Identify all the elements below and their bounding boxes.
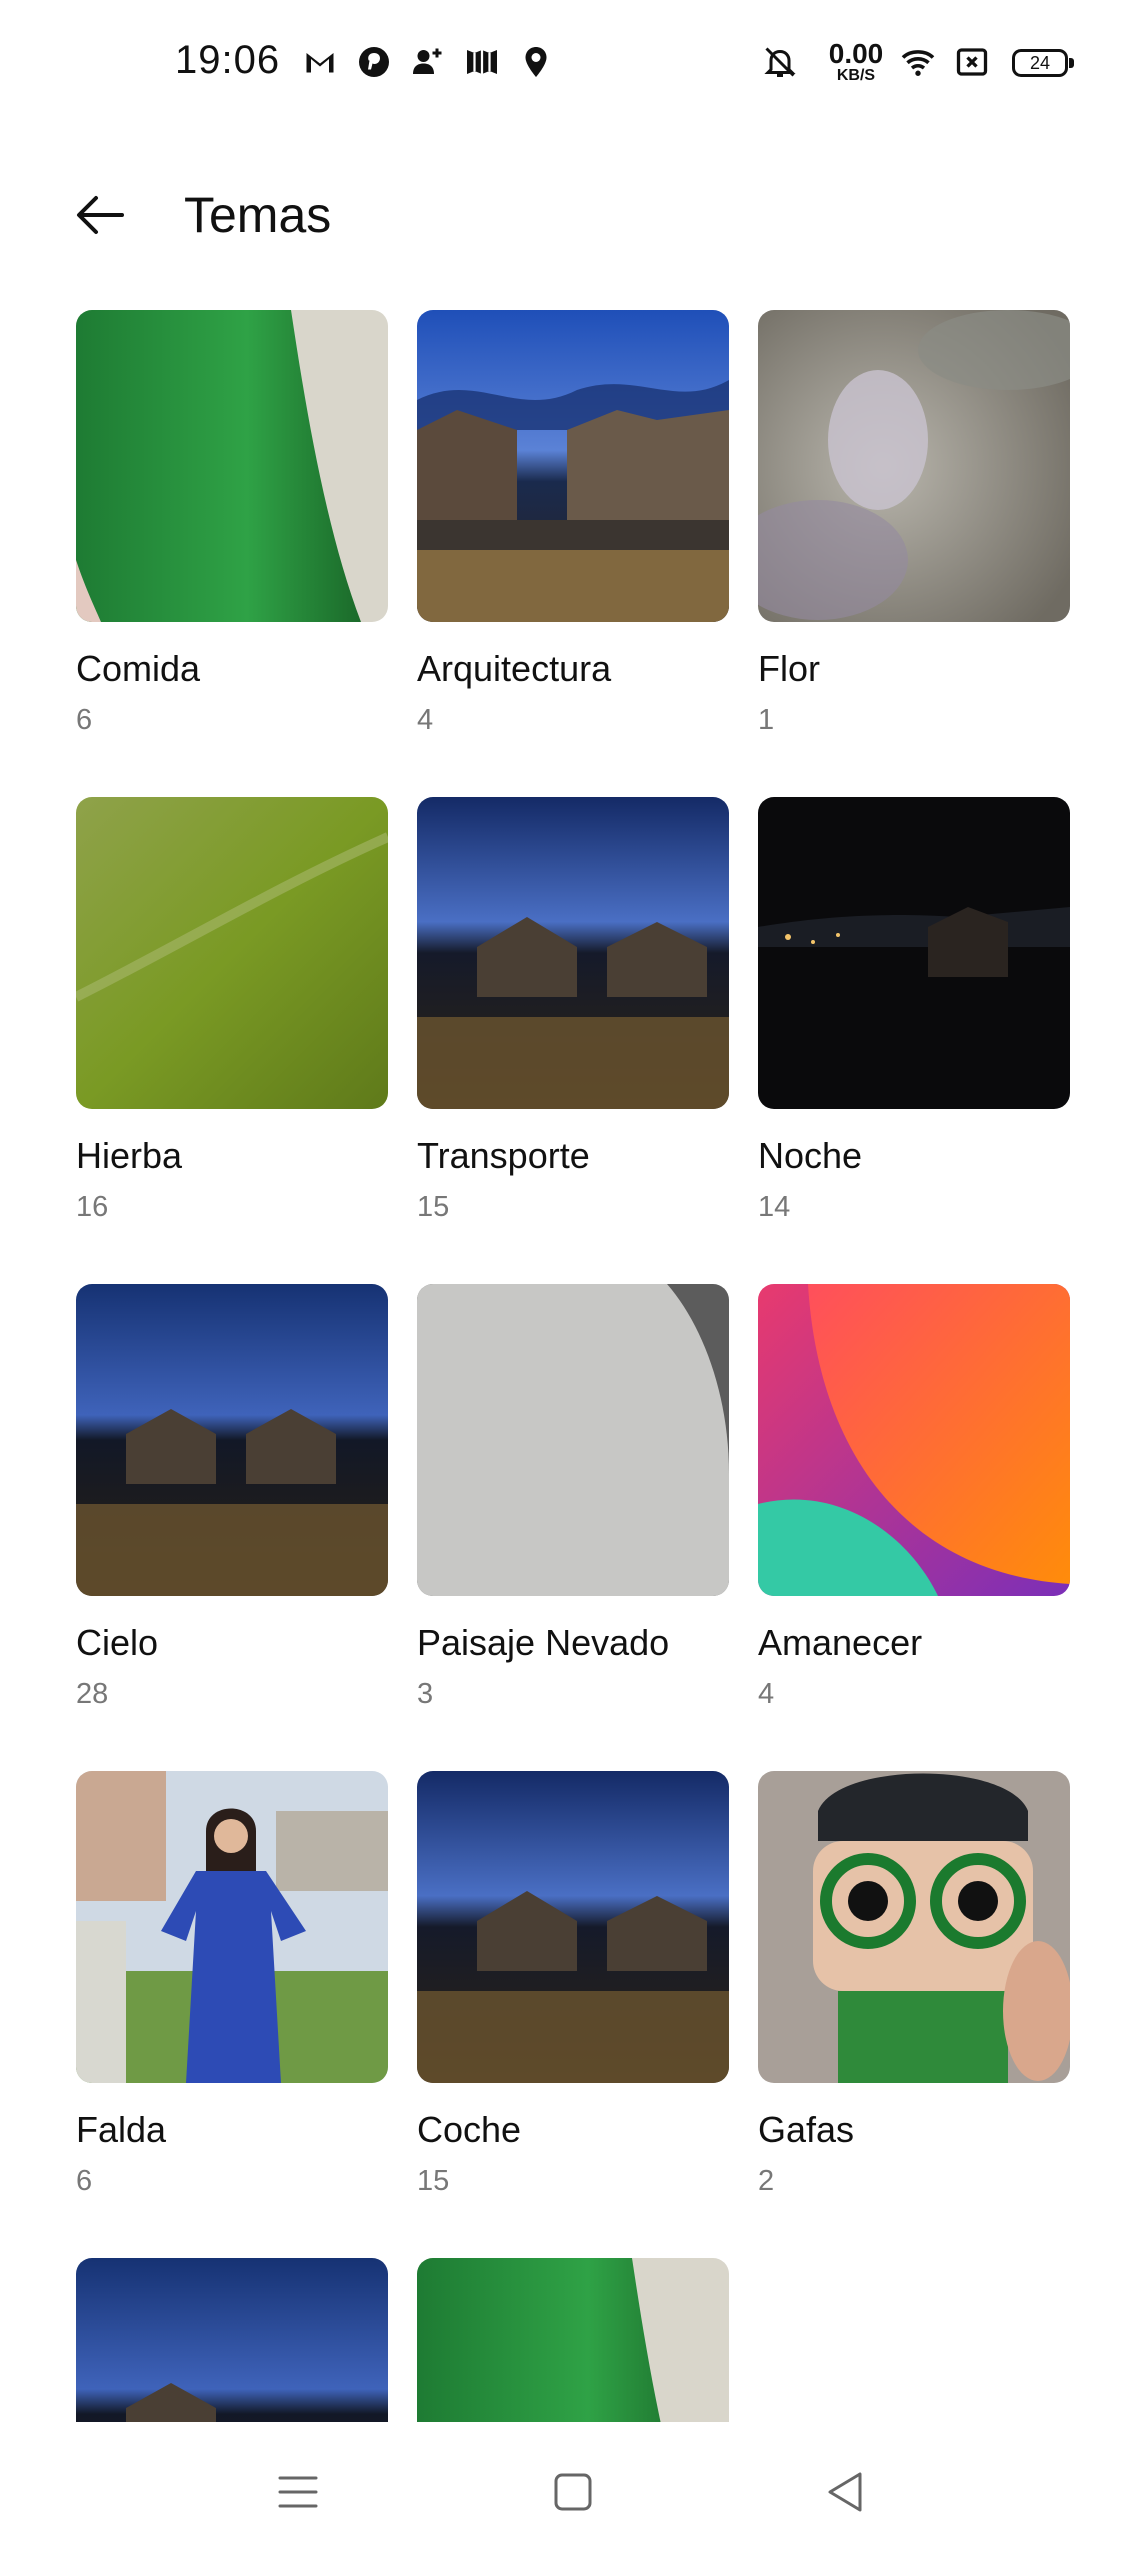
location-pin-icon bbox=[518, 44, 554, 80]
topic-name: Noche bbox=[758, 1135, 863, 1176]
home-square-icon bbox=[554, 2473, 592, 2511]
topic-thumbnail bbox=[758, 310, 1070, 622]
topic-count: 15 bbox=[417, 2165, 450, 2197]
home-button[interactable] bbox=[545, 2464, 601, 2520]
close-box-icon bbox=[954, 44, 990, 80]
topic-name: Flor bbox=[758, 648, 820, 689]
network-speed-value: 0.00 bbox=[828, 38, 884, 69]
topic-tile-hierba[interactable]: Hierba 16 bbox=[76, 797, 388, 1224]
page-title: Temas bbox=[184, 187, 332, 243]
topic-count: 6 bbox=[76, 704, 93, 736]
topic-count: 14 bbox=[758, 1191, 791, 1223]
menu-button[interactable] bbox=[270, 2464, 326, 2520]
topic-tile-comida[interactable]: Comida 6 bbox=[76, 310, 388, 737]
battery-icon: 24 bbox=[1012, 49, 1074, 77]
topic-name: Gafas bbox=[758, 2109, 855, 2150]
network-speed-unit: KB/S bbox=[836, 67, 876, 84]
topic-name: Paisaje Nevado bbox=[417, 1622, 670, 1663]
nav-back-button[interactable] bbox=[818, 2464, 874, 2520]
topic-thumbnail bbox=[76, 1284, 388, 1596]
mute-icon bbox=[762, 44, 798, 80]
topic-name: Cielo bbox=[76, 1622, 159, 1663]
back-button[interactable] bbox=[70, 185, 130, 245]
status-bar: 19:06 0.00 KB/S 24 bbox=[0, 0, 1146, 130]
topic-count: 15 bbox=[417, 1191, 450, 1223]
topic-thumbnail bbox=[417, 797, 729, 1109]
topic-thumbnail bbox=[758, 1284, 1070, 1596]
wifi-icon bbox=[898, 44, 938, 80]
menu-icon bbox=[278, 2476, 318, 2508]
topic-thumbnail bbox=[76, 310, 388, 622]
topic-name: Comida bbox=[76, 648, 201, 689]
topic-tile-partial-2[interactable] bbox=[417, 2258, 729, 2422]
maps-m-icon bbox=[464, 44, 500, 80]
topic-name: Falda bbox=[76, 2109, 167, 2150]
topic-tile-amanecer[interactable]: Amanecer 4 bbox=[758, 1284, 1070, 1711]
topic-tile-gafas[interactable]: Gafas 2 bbox=[758, 1771, 1070, 2198]
pinterest-icon bbox=[356, 44, 392, 80]
topic-name: Transporte bbox=[417, 1135, 590, 1176]
gmail-icon bbox=[302, 44, 338, 80]
topic-count: 1 bbox=[758, 704, 775, 736]
arrow-left-icon bbox=[77, 196, 124, 234]
topic-thumbnail bbox=[758, 797, 1070, 1109]
topic-thumbnail bbox=[76, 1771, 388, 2083]
topic-name: Coche bbox=[417, 2109, 522, 2150]
topic-thumbnail bbox=[758, 1771, 1070, 2083]
topic-count: 4 bbox=[758, 1678, 775, 1710]
topic-thumbnail bbox=[417, 310, 729, 622]
add-contact-icon bbox=[410, 44, 446, 80]
topic-tile-paisaje-nevado[interactable]: Paisaje Nevado 3 bbox=[417, 1284, 729, 1711]
topic-tile-arquitectura[interactable]: Arquitectura 4 bbox=[417, 310, 729, 737]
topic-count: 2 bbox=[758, 2165, 775, 2197]
topic-tile-coche[interactable]: Coche 15 bbox=[417, 1771, 729, 2198]
topic-tile-falda[interactable]: Falda 6 bbox=[76, 1771, 388, 2198]
battery-level: 24 bbox=[1029, 53, 1051, 73]
topic-tile-noche[interactable]: Noche 14 bbox=[758, 797, 1070, 1224]
green-macro-thumbnail bbox=[417, 2258, 729, 2422]
network-speed: 0.00 KB/S bbox=[826, 40, 886, 84]
topic-count: 6 bbox=[76, 2165, 93, 2197]
topic-tile-transporte[interactable]: Transporte 15 bbox=[417, 797, 729, 1224]
topic-count: 16 bbox=[76, 1191, 109, 1223]
topic-name: Arquitectura bbox=[417, 648, 612, 689]
status-time: 19:06 bbox=[175, 38, 281, 82]
topic-count: 3 bbox=[417, 1678, 434, 1710]
topic-thumbnail bbox=[417, 1771, 729, 2083]
topic-thumbnail bbox=[417, 1284, 729, 1596]
topic-count: 4 bbox=[417, 704, 434, 736]
topic-count: 28 bbox=[76, 1678, 109, 1710]
topics-grid[interactable]: Comida 6 Arquitectura 4 Flor 1 Hierba 16… bbox=[0, 310, 1146, 2422]
topic-tile-partial-1[interactable] bbox=[76, 2258, 388, 2422]
night-sky-thumbnail bbox=[76, 2258, 388, 2422]
back-triangle-icon bbox=[828, 2472, 862, 2512]
topic-tile-flor[interactable]: Flor 1 bbox=[758, 310, 1070, 737]
system-navigation-bar bbox=[0, 2422, 1146, 2560]
topic-name: Hierba bbox=[76, 1135, 183, 1176]
topic-thumbnail bbox=[76, 797, 388, 1109]
topic-name: Amanecer bbox=[758, 1622, 923, 1663]
topic-tile-cielo[interactable]: Cielo 28 bbox=[76, 1284, 388, 1711]
